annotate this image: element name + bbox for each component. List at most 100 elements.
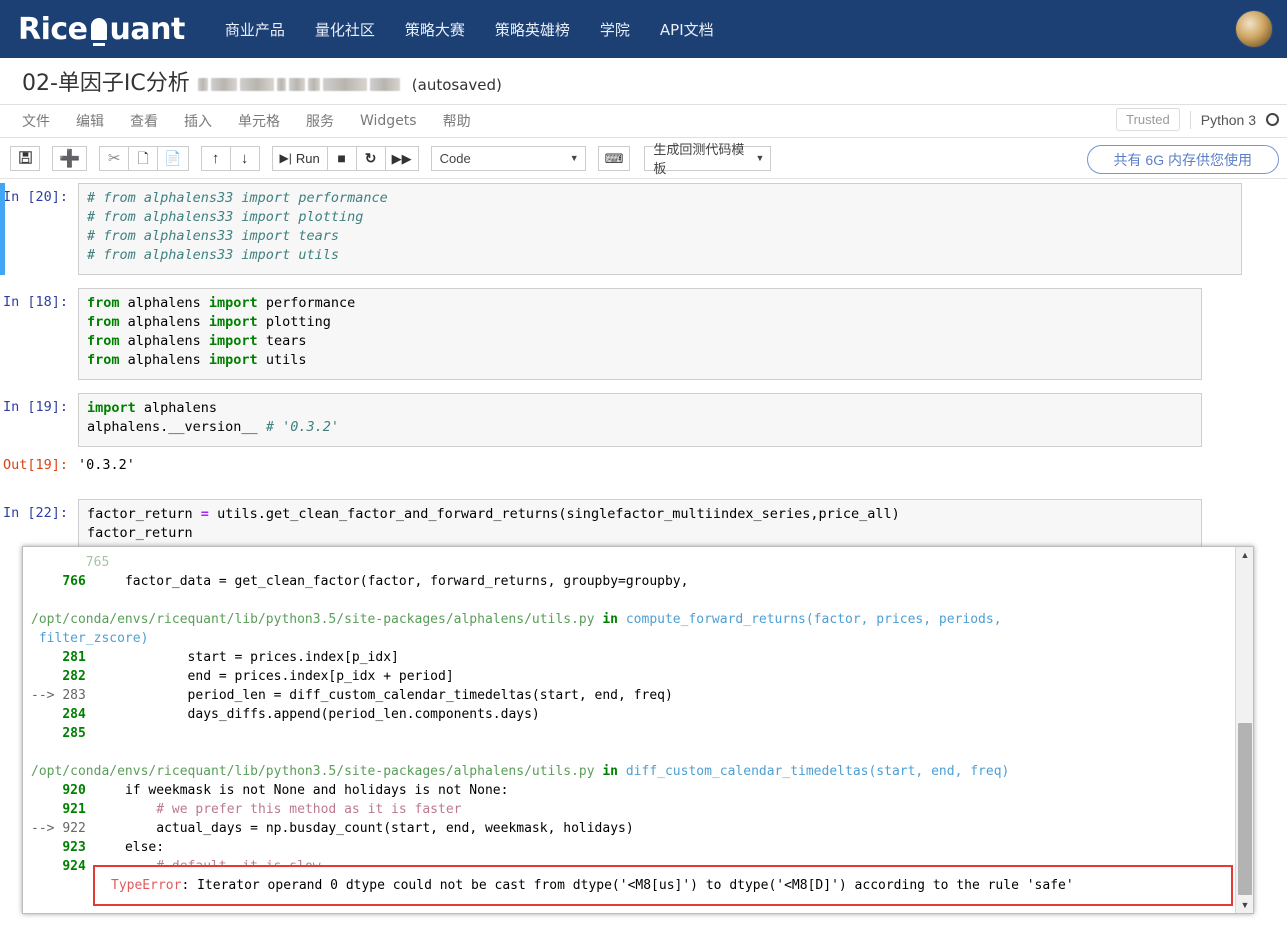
avatar[interactable] — [1235, 10, 1273, 48]
traceback-line-no: 285 — [62, 726, 86, 741]
backtest-template-select[interactable]: 生成回测代码模板 ▼ — [644, 142, 772, 176]
kernel-name: Python 3 — [1200, 111, 1256, 128]
code-cell-20[interactable]: In [20]: # from alphalens33 import perfo… — [0, 183, 1262, 275]
traceback-frame2-func: diff_custom_calendar_timedeltas(start, e… — [625, 764, 1010, 779]
backtest-template-value: 生成回测代码模板 — [653, 142, 745, 176]
traceback-line-no: 766 — [62, 574, 86, 589]
menu-item-cell[interactable]: 单元格 — [238, 111, 280, 131]
nav-item-4[interactable]: 学院 — [600, 19, 630, 40]
traceback-line-no: 922 — [62, 821, 86, 836]
run-button[interactable]: ▶| Run — [271, 145, 328, 171]
move-cell-up-button[interactable]: ↑ — [200, 145, 231, 171]
restart-and-run-all-button[interactable]: ▶▶ — [384, 145, 419, 171]
traceback-code: start = prices.index[p_idx] — [187, 650, 399, 665]
nav-item-3[interactable]: 策略英雄榜 — [495, 19, 570, 40]
cell-type-value: Code — [439, 150, 471, 166]
cell-input-18[interactable]: from alphalens import performance from a… — [78, 288, 1202, 380]
restart-kernel-button[interactable]: ↻ — [355, 145, 386, 171]
cell-input-19[interactable]: import alphalens alphalens.__version__ #… — [78, 393, 1202, 447]
site-header: Rice uant 商业产品 量化社区 策略大赛 策略英雄榜 学院 API文档 — [0, 0, 1287, 58]
code-line: # from alphalens33 import tears — [87, 228, 339, 244]
toolbar-group-palette: ⌨ — [597, 145, 631, 171]
code-cell-22[interactable]: In [22]: factor_return = utils.get_clean… — [0, 499, 1262, 553]
menu-item-kernel[interactable]: 服务 — [306, 111, 334, 131]
triangle-down-icon[interactable]: ▼ — [1236, 897, 1253, 913]
save-disk-icon — [18, 150, 32, 166]
memory-notice: 共有 6G 内存供您使用 — [1086, 145, 1279, 174]
menu-item-edit[interactable]: 编辑 — [76, 111, 104, 131]
kernel-idle-circle-icon[interactable] — [1266, 113, 1279, 126]
traceback-line-no: 920 — [62, 783, 86, 798]
code-cell-19[interactable]: In [19]: import alphalens alphalens.__ve… — [0, 393, 1262, 447]
cell-input-22[interactable]: factor_return = utils.get_clean_factor_a… — [78, 499, 1202, 553]
traceback-output-panel[interactable]: 765 766 factor_data = get_clean_factor(f… — [22, 546, 1254, 914]
cell-type-select[interactable]: Code ▼ — [430, 145, 586, 171]
nav-item-2[interactable]: 策略大赛 — [405, 19, 465, 40]
traceback-line-no: 921 — [62, 802, 86, 817]
save-button[interactable] — [10, 145, 40, 171]
chevron-down-icon: ▼ — [569, 153, 579, 163]
traceback-frame1-path: /opt/conda/envs/ricequant/lib/python3.5/… — [31, 612, 595, 627]
traceback-code: else: — [124, 840, 165, 855]
traceback-frame2-path: /opt/conda/envs/ricequant/lib/python3.5/… — [31, 764, 595, 779]
traceback-code: days_diffs.append(period_len.components.… — [187, 707, 540, 722]
ricequant-logo[interactable]: Rice uant — [18, 12, 185, 47]
insert-cell-below-button[interactable]: ➕ — [52, 145, 88, 171]
scissors-icon: ✂ — [107, 149, 121, 167]
menu-item-insert[interactable]: 插入 — [184, 111, 212, 131]
copy-cell-button[interactable]: 🗋 — [128, 145, 159, 171]
cell-prompt-18: In [18]: — [2, 294, 68, 310]
code-line: # from alphalens33 import utils — [87, 247, 339, 263]
menu-item-view[interactable]: 查看 — [130, 111, 158, 131]
menu-bar: 文件 编辑 查看 插入 单元格 服务 Widgets 帮助 Trusted Py… — [0, 105, 1287, 138]
paste-cell-button[interactable]: 📄 — [157, 145, 189, 171]
nav-item-0[interactable]: 商业产品 — [225, 19, 285, 40]
arrow-up-icon: ↑ — [211, 149, 220, 167]
menu-item-file[interactable]: 文件 — [22, 111, 50, 131]
code-line: # from alphalens33 import performance — [87, 190, 388, 206]
code-line: # from alphalens33 import plotting — [87, 209, 364, 225]
traceback-line-no: 923 — [62, 840, 86, 855]
menubar-divider — [1189, 110, 1191, 129]
traceback-frame1-in: in — [602, 612, 619, 627]
traceback-code: period_len = diff_custom_calendar_timede… — [187, 688, 673, 703]
cell-prompt-20: In [20]: — [2, 189, 68, 205]
toolbar-group-file — [10, 145, 40, 171]
rocket-icon — [88, 14, 110, 46]
traceback-line-no: 282 — [62, 669, 86, 684]
autosaved-label: (autosaved) — [411, 76, 502, 94]
traceback-line-no: 924 — [62, 859, 86, 874]
traceback-text: 765 766 factor_data = get_clean_factor(f… — [31, 555, 1010, 874]
plus-icon: ➕ — [59, 148, 81, 168]
nav-item-1[interactable]: 量化社区 — [315, 19, 375, 40]
traceback-code: if weekmask is not None and holidays is … — [124, 783, 509, 798]
code-cell-18[interactable]: In [18]: from alphalens import performan… — [0, 288, 1262, 380]
traceback-code: factor_data = get_clean_factor(factor, f… — [124, 574, 689, 589]
traceback-code: actual_days = np.busday_count(start, end… — [156, 821, 634, 836]
notebook-name[interactable]: 02-单因子IC分析 (autosaved) — [22, 65, 502, 97]
triangle-up-icon[interactable]: ▲ — [1236, 547, 1253, 563]
redacted-filename — [197, 77, 400, 91]
traceback-arrow: --> — [31, 688, 55, 703]
site-nav: 商业产品 量化社区 策略大赛 策略英雄榜 学院 API文档 — [225, 19, 714, 40]
nav-item-5[interactable]: API文档 — [660, 19, 714, 40]
command-palette-button[interactable]: ⌨ — [597, 145, 631, 171]
interrupt-kernel-button[interactable]: ■ — [326, 145, 357, 171]
traceback-frame1-func: compute_forward_returns(factor, prices, … — [625, 612, 1002, 627]
scrollbar-thumb[interactable] — [1238, 723, 1252, 895]
traceback-scrollbar[interactable]: ▲ ▼ — [1235, 547, 1253, 913]
menu-item-help[interactable]: 帮助 — [443, 111, 471, 131]
cell-prompt-19: In [19]: — [2, 399, 68, 415]
cut-cell-button[interactable]: ✂ — [99, 145, 130, 171]
menu-item-widgets[interactable]: Widgets — [360, 113, 417, 129]
move-cell-down-button[interactable]: ↓ — [229, 145, 260, 171]
stop-square-icon: ■ — [337, 150, 346, 166]
selected-cell-marker — [0, 183, 5, 275]
traceback-frame1-func-cont: filter_zscore) — [38, 631, 149, 646]
cell-input-20[interactable]: # from alphalens33 import performance # … — [78, 183, 1242, 275]
trusted-badge[interactable]: Trusted — [1116, 108, 1180, 131]
copy-icon: 🗋 — [137, 150, 149, 166]
cell-prompt-22: In [22]: — [2, 505, 68, 521]
error-message: : Iterator operand 0 dtype could not be … — [181, 878, 1074, 893]
restart-circle-icon: ↻ — [364, 150, 377, 166]
